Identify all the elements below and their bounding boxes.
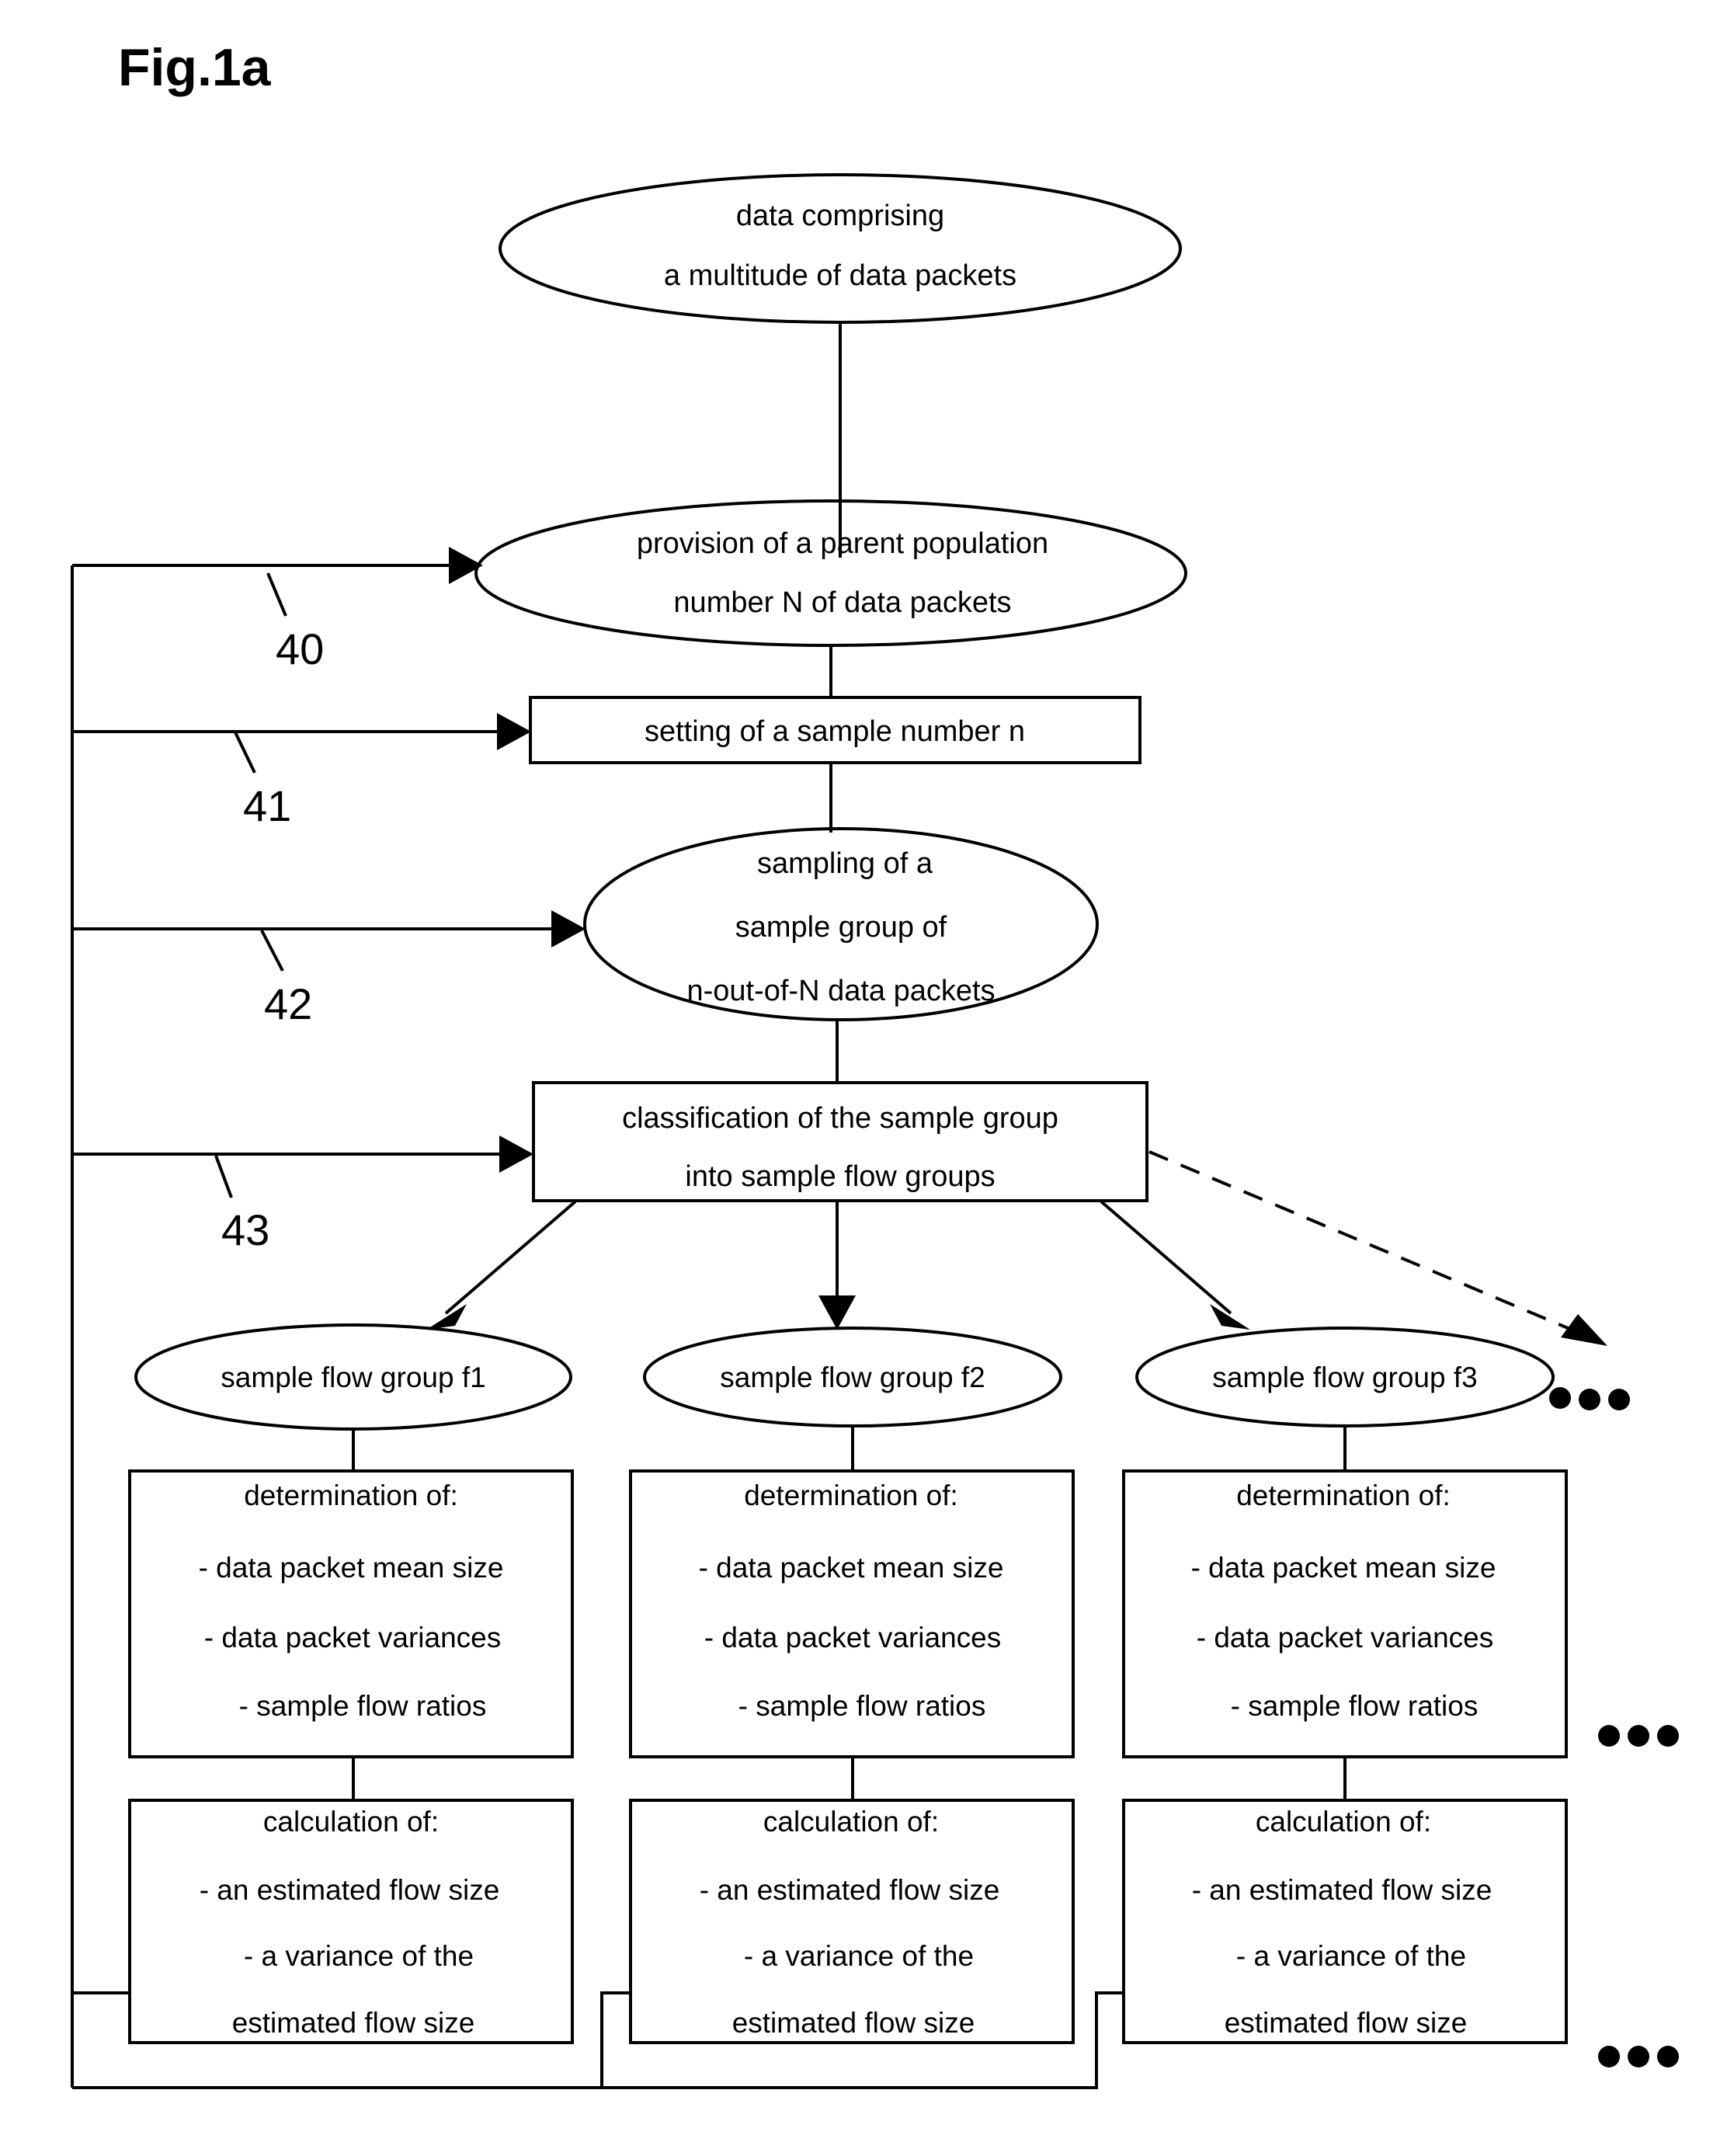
arrowhead-41 xyxy=(497,713,531,750)
feedback-arrow-to-setting xyxy=(72,713,531,750)
f3-calculation-line-3: - a variance of the xyxy=(1236,1940,1466,1972)
f2-calculation-line-3: - a variance of the xyxy=(744,1940,974,1972)
branch-line-f3 xyxy=(1100,1200,1232,1315)
f2-calculation-line-2: - an estimated flow size xyxy=(700,1874,1000,1906)
reference-label-43: 43 xyxy=(214,1155,269,1254)
f1-calculation-line-3: - a variance of the xyxy=(244,1940,474,1972)
sampling-line-1: sampling of a xyxy=(757,847,933,880)
f2-group-label: sample flow group f2 xyxy=(720,1361,985,1393)
figure-title: Fig.1a xyxy=(118,38,272,97)
column-f3: sample flow group f3 determination of: -… xyxy=(1122,1327,1568,2044)
ellipsis-after-f3-determination xyxy=(1598,1725,1679,1747)
f1-calculation-line-4: estimated flow size xyxy=(232,2007,475,2039)
reference-number-40: 40 xyxy=(276,624,324,673)
feedback-arrow-to-provision xyxy=(72,547,483,584)
leader-line-40 xyxy=(266,572,287,617)
ellipsis-dot xyxy=(1579,1389,1600,1410)
f2-determination-line-4: - sample flow ratios xyxy=(738,1690,986,1722)
classification-line-1: classification of the sample group xyxy=(622,1102,1058,1135)
sampling-line-3: n-out-of-N data packets xyxy=(686,975,995,1007)
ellipsis-dot xyxy=(1608,1389,1630,1410)
f3-determination-line-1: determination of: xyxy=(1236,1480,1451,1511)
arrowhead-more xyxy=(1561,1314,1607,1346)
reference-label-42: 42 xyxy=(260,930,312,1028)
column-f1: sample flow group f1 determination of: -… xyxy=(128,1323,574,2044)
reference-label-40: 40 xyxy=(266,572,324,673)
column-f2: sample flow group f2 determination of: -… xyxy=(629,1327,1075,2044)
f2-determination-line-3: - data packet variances xyxy=(704,1622,1002,1654)
ellipsis-dot xyxy=(1628,1725,1649,1747)
f1-determination-line-3: - data packet variances xyxy=(204,1622,502,1654)
f1-calculation-line-1: calculation of: xyxy=(263,1806,439,1838)
reference-number-41: 41 xyxy=(243,781,291,830)
f3-group-label: sample flow group f3 xyxy=(1212,1361,1477,1393)
f3-calculation-line-4: estimated flow size xyxy=(1225,2007,1468,2039)
source-ellipse-shape xyxy=(499,173,1182,324)
provision-line-1: provision of a parent population xyxy=(637,527,1048,560)
ellipsis-dot xyxy=(1628,2046,1649,2067)
branch-arrow-to-f1 xyxy=(426,1200,577,1330)
ellipsis-after-f3-group xyxy=(1549,1387,1630,1410)
f1-determination-line-2: - data packet mean size xyxy=(199,1552,504,1584)
node-setting: setting of a sample number n xyxy=(529,696,1141,764)
source-line-1: data comprising xyxy=(736,200,944,232)
f1-group-label: sample flow group f1 xyxy=(221,1361,485,1393)
branch-arrow-to-f3 xyxy=(1100,1200,1250,1330)
arrowhead-f3 xyxy=(1210,1304,1250,1330)
feedback-arrow-to-sampling xyxy=(72,910,586,948)
feedback-arrow-to-classification xyxy=(72,1135,533,1173)
branch-line-f1 xyxy=(444,1200,577,1315)
flowchart-diagram: Fig.1a data comprising a multitude of da… xyxy=(71,38,1679,2089)
setting-line-1: setting of a sample number n xyxy=(645,715,1025,748)
f3-determination-line-2: - data packet mean size xyxy=(1191,1552,1496,1584)
ellipsis-dot xyxy=(1598,2046,1620,2067)
f1-calculation-line-2: - an estimated flow size xyxy=(200,1874,500,1906)
leader-line-41 xyxy=(234,732,256,774)
leader-line-43 xyxy=(214,1155,233,1198)
sampling-line-2: sample group of xyxy=(735,911,947,944)
patent-figure-page: Fig.1a data comprising a multitude of da… xyxy=(0,0,1727,2156)
f1-determination-line-1: determination of: xyxy=(244,1480,458,1511)
provision-ellipse-shape xyxy=(474,499,1187,647)
ellipsis-after-f3-calculation xyxy=(1598,2046,1679,2067)
f3-determination-line-3: - data packet variances xyxy=(1197,1622,1494,1654)
f2-calculation-line-1: calculation of: xyxy=(763,1806,939,1838)
reference-number-43: 43 xyxy=(221,1205,269,1254)
f3-determination-line-4: - sample flow ratios xyxy=(1231,1690,1479,1722)
f3-calculation-line-2: - an estimated flow size xyxy=(1192,1874,1492,1906)
reference-label-41: 41 xyxy=(234,732,291,830)
node-classification: classification of the sample group into … xyxy=(532,1081,1148,1202)
ellipsis-dot xyxy=(1657,1725,1679,1747)
f2-determination-line-1: determination of: xyxy=(744,1480,958,1511)
leader-line-42 xyxy=(260,930,284,972)
branch-arrow-to-f2 xyxy=(818,1201,856,1330)
ellipsis-dot xyxy=(1598,1725,1620,1747)
arrowhead-f2 xyxy=(818,1295,856,1330)
arrowhead-f1 xyxy=(426,1304,467,1330)
source-line-2: a multitude of data packets xyxy=(664,259,1016,292)
f2-determination-line-2: - data packet mean size xyxy=(699,1552,1004,1584)
ellipsis-dot xyxy=(1549,1387,1571,1409)
reference-number-42: 42 xyxy=(264,979,312,1028)
f2-calculation-line-4: estimated flow size xyxy=(732,2007,975,2039)
classification-line-2: into sample flow groups xyxy=(685,1160,995,1193)
arrowhead-43 xyxy=(499,1135,533,1173)
f1-determination-line-4: - sample flow ratios xyxy=(239,1690,487,1722)
node-sampling: sampling of a sample group of n-out-of-N… xyxy=(583,827,1099,1021)
ellipsis-dot xyxy=(1657,2046,1679,2067)
f3-calculation-line-1: calculation of: xyxy=(1256,1806,1431,1838)
arrowhead-42 xyxy=(551,910,586,948)
node-provision: provision of a parent population number … xyxy=(474,499,1187,647)
node-source-data: data comprising a multitude of data pack… xyxy=(499,173,1182,324)
provision-line-2: number N of data packets xyxy=(673,586,1011,619)
